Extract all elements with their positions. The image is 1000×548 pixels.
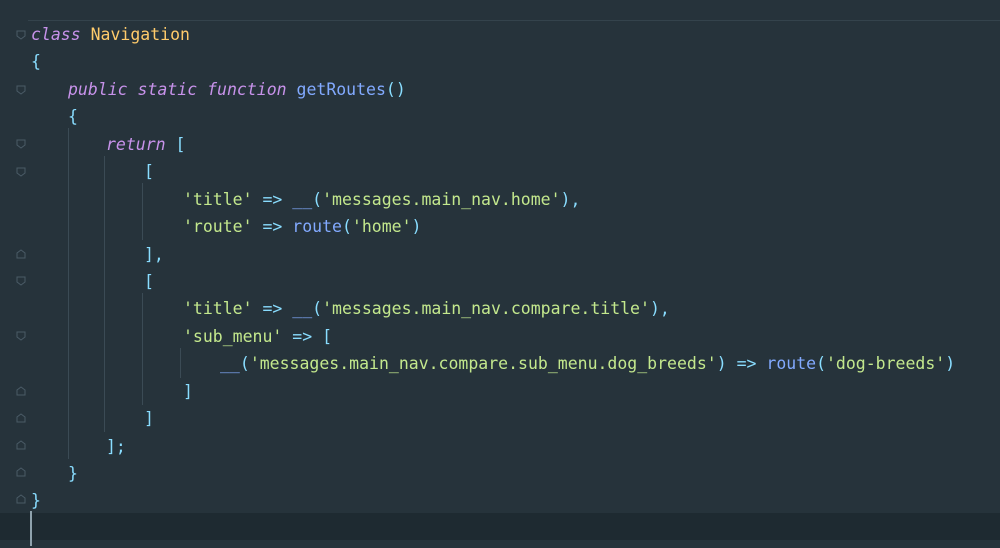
fold-close-icon[interactable] xyxy=(16,494,26,504)
indent-guide xyxy=(68,128,69,459)
code-line-5[interactable]: return [ xyxy=(106,131,185,158)
paren: ) xyxy=(945,354,956,373)
function-name: getRoutes xyxy=(296,80,386,99)
indent-guide xyxy=(142,293,143,405)
brace: } xyxy=(68,464,78,483)
bracket: [ xyxy=(144,272,154,291)
code-line-7[interactable]: 'title' => __('messages.main_nav.home'), xyxy=(183,186,580,213)
keyword: public xyxy=(68,80,128,99)
brace: { xyxy=(31,52,41,71)
fold-open-icon[interactable] xyxy=(16,85,26,95)
gutter[interactable] xyxy=(0,0,28,548)
code-line-13[interactable]: __('messages.main_nav.compare.sub_menu.d… xyxy=(220,350,955,377)
parentheses: () xyxy=(385,80,406,99)
code-line-16[interactable]: ]; xyxy=(106,433,126,460)
fold-close-icon[interactable] xyxy=(16,386,26,396)
bracket: ] xyxy=(183,382,193,401)
code-line-9[interactable]: ], xyxy=(144,241,164,268)
arrow: => xyxy=(262,299,283,318)
string: 'messages.main_nav.compare.title' xyxy=(322,299,650,318)
bracket: [ xyxy=(175,135,186,154)
paren: ( xyxy=(341,217,352,236)
code-line-18[interactable]: } xyxy=(31,487,41,514)
code-line-15[interactable]: ] xyxy=(144,405,154,432)
bracket: [ xyxy=(144,162,154,181)
fold-open-icon[interactable] xyxy=(16,167,26,177)
arrow: => xyxy=(262,190,283,209)
string: 'messages.main_nav.compare.sub_menu.dog_… xyxy=(249,354,717,373)
bracket: ], xyxy=(144,245,164,264)
indent-guide xyxy=(104,156,105,432)
function-name: __ xyxy=(292,299,313,318)
arrow: => xyxy=(262,217,283,236)
string: 'messages.main_nav.home' xyxy=(322,190,561,209)
keyword: static xyxy=(137,80,198,99)
code-line-2[interactable]: { xyxy=(31,48,41,75)
indent-guide xyxy=(142,183,143,240)
text-caret xyxy=(30,511,32,546)
function-name: __ xyxy=(292,190,313,209)
bracket: ] xyxy=(144,409,154,428)
code-editor[interactable]: class Navigation { public static functio… xyxy=(0,0,1000,548)
fold-close-icon[interactable] xyxy=(16,249,26,259)
function-name: __ xyxy=(220,354,240,373)
keyword: function xyxy=(207,80,287,99)
paren: ), xyxy=(649,299,670,318)
class-name: Navigation xyxy=(90,25,190,44)
fold-open-icon[interactable] xyxy=(16,30,26,40)
code-line-12[interactable]: 'sub_menu' => [ xyxy=(183,323,332,350)
indent-guide xyxy=(180,348,181,378)
arrow: => xyxy=(292,327,313,346)
bracket: [ xyxy=(322,327,333,346)
string: 'route' xyxy=(183,217,253,236)
string: 'title' xyxy=(183,190,253,209)
code-line-6[interactable]: [ xyxy=(144,158,154,185)
code-line-14[interactable]: ] xyxy=(183,378,193,405)
fold-close-icon[interactable] xyxy=(16,413,26,423)
brace: { xyxy=(68,107,78,126)
keyword: class xyxy=(31,25,81,44)
code-line-3[interactable]: public static function getRoutes() xyxy=(68,76,406,103)
paren: ( xyxy=(312,299,323,318)
string: 'home' xyxy=(351,217,412,236)
paren: ( xyxy=(239,354,250,373)
code-line-8[interactable]: 'route' => route('home') xyxy=(183,213,421,240)
current-line-highlight xyxy=(0,513,1000,540)
fold-close-icon[interactable] xyxy=(16,440,26,450)
string: 'sub_menu' xyxy=(183,327,283,346)
string: 'dog-breeds' xyxy=(826,354,946,373)
keyword: return xyxy=(106,135,166,154)
arrow: => xyxy=(736,354,757,373)
fold-close-icon[interactable] xyxy=(16,467,26,477)
fold-open-icon[interactable] xyxy=(16,276,26,286)
brace: } xyxy=(31,491,41,510)
paren: ( xyxy=(312,190,323,209)
code-line-11[interactable]: 'title' => __('messages.main_nav.compare… xyxy=(183,295,670,322)
code-line-4[interactable]: { xyxy=(68,103,78,130)
previous-line-border xyxy=(28,0,1000,21)
code-line-1[interactable]: class Navigation xyxy=(31,21,190,48)
paren: ), xyxy=(560,190,581,209)
bracket: ]; xyxy=(106,437,126,456)
function-name: route xyxy=(766,354,817,373)
fold-open-icon[interactable] xyxy=(16,331,26,341)
fold-open-icon[interactable] xyxy=(16,139,26,149)
code-line-10[interactable]: [ xyxy=(144,268,154,295)
paren: ) xyxy=(411,217,422,236)
function-name: route xyxy=(292,217,342,236)
paren: ( xyxy=(816,354,826,373)
string: 'title' xyxy=(183,299,253,318)
code-line-17[interactable]: } xyxy=(68,460,78,487)
paren: ) xyxy=(716,354,727,373)
